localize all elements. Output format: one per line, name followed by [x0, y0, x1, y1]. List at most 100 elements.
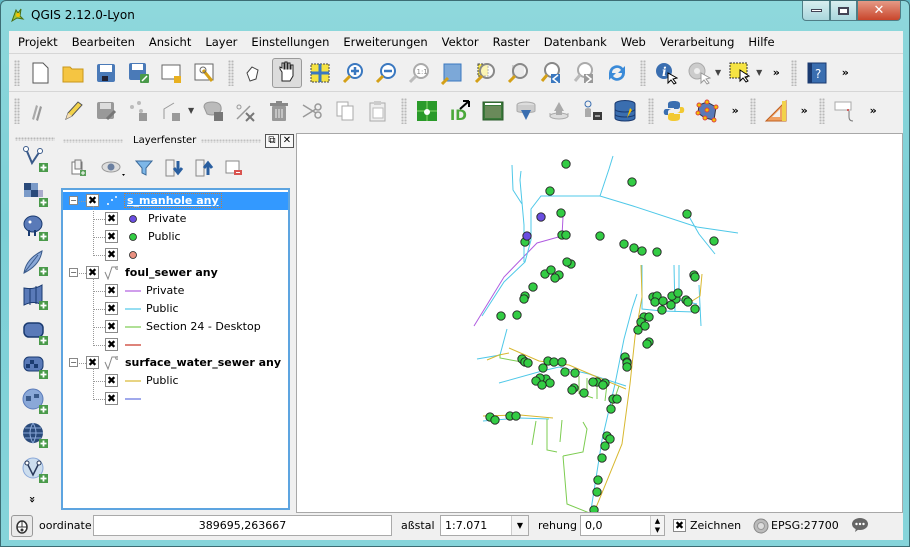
legend-item-checkbox[interactable]: ✖: [105, 230, 118, 243]
sewer-pipe-line[interactable]: [599, 155, 614, 197]
menu-ansicht[interactable]: Ansicht: [142, 35, 198, 49]
plugin-green-button[interactable]: [412, 96, 442, 126]
scale-dropdown-arrow[interactable]: ▼: [511, 516, 528, 535]
manhole-point[interactable]: [512, 310, 522, 320]
manhole-point[interactable]: [560, 367, 570, 377]
menu-web[interactable]: Web: [614, 35, 653, 49]
close-button[interactable]: ✕: [857, 1, 901, 21]
db-download-button[interactable]: [511, 96, 541, 126]
menu-raster[interactable]: Raster: [486, 35, 537, 49]
expand-all-icon[interactable]: [163, 157, 185, 179]
menu-layer[interactable]: Layer: [198, 35, 244, 49]
collapse-toggle[interactable]: −: [69, 358, 78, 367]
touch-zoom-button[interactable]: [239, 58, 269, 88]
raster-image-button[interactable]: [478, 96, 508, 126]
manhole-point[interactable]: [690, 272, 700, 282]
new-print-composer-button[interactable]: [157, 58, 187, 88]
zoom-out-button[interactable]: [371, 58, 401, 88]
refresh-button[interactable]: [602, 58, 632, 88]
save-edits-button[interactable]: [91, 96, 121, 126]
collapse-toggle[interactable]: −: [69, 268, 78, 277]
run-action-button[interactable]: [684, 58, 714, 88]
identify-button[interactable]: i: [651, 58, 681, 88]
minimize-button[interactable]: [802, 1, 830, 21]
manhole-point[interactable]: [588, 377, 598, 387]
zoom-in-button[interactable]: [338, 58, 368, 88]
menu-erweiterungen[interactable]: Erweiterungen: [336, 35, 434, 49]
collapse-toggle[interactable]: −: [69, 196, 78, 205]
add-line-feature-button[interactable]: [157, 96, 187, 126]
toolbar-overflow-button[interactable]: »: [863, 104, 883, 117]
rotation-spinbox[interactable]: 0,0 ▲ ▼: [580, 515, 665, 536]
manhole-point[interactable]: [622, 362, 632, 372]
manhole-point[interactable]: [546, 265, 556, 275]
toolbar-grip[interactable]: [14, 59, 20, 86]
manhole-point[interactable]: [673, 288, 683, 298]
manhole-point[interactable]: [592, 487, 602, 497]
manhole-point[interactable]: [644, 312, 654, 322]
manhole-point[interactable]: [652, 247, 662, 257]
manhole-point[interactable]: [657, 305, 667, 315]
id-plugin-button[interactable]: ID: [445, 96, 475, 126]
manhole-point[interactable]: [562, 257, 572, 267]
measure-button[interactable]: [761, 96, 791, 126]
collapse-all-icon[interactable]: [193, 157, 215, 179]
menu-datenbank[interactable]: Datenbank: [537, 35, 614, 49]
filter-legend-icon[interactable]: [133, 157, 155, 179]
manhole-point[interactable]: [690, 304, 700, 314]
remove-layer-icon[interactable]: [223, 157, 245, 179]
python-console-button[interactable]: [659, 96, 689, 126]
menu-hilfe[interactable]: Hilfe: [741, 35, 781, 49]
add-db2-layer-button[interactable]: [21, 352, 49, 380]
zoom-native-button[interactable]: 1:1: [404, 58, 434, 88]
add-oracle-layer-button[interactable]: [21, 318, 49, 346]
zoom-full-button[interactable]: [437, 58, 467, 88]
manhole-point[interactable]: [556, 208, 566, 218]
manhole-point[interactable]: [593, 475, 603, 485]
manhole-point[interactable]: [519, 294, 529, 304]
node-tool-button[interactable]: [231, 96, 261, 126]
manhole-point[interactable]: [570, 368, 580, 378]
menu-vektor[interactable]: Vektor: [435, 35, 486, 49]
zoom-last-button[interactable]: [536, 58, 566, 88]
menu-einstellungen[interactable]: Einstellungen: [244, 35, 336, 49]
manhole-point[interactable]: [561, 230, 571, 240]
legend-item-checkbox[interactable]: ✖: [105, 212, 118, 225]
pan-to-selection-button[interactable]: [305, 58, 335, 88]
add-postgis-layer-button[interactable]: [21, 214, 49, 242]
manhole-point[interactable]: [567, 385, 577, 395]
manhole-point[interactable]: [579, 388, 589, 398]
legend-item-checkbox[interactable]: ✖: [105, 284, 118, 297]
sewer-pipe-line[interactable]: [562, 421, 588, 457]
legend-item-checkbox[interactable]: ✖: [105, 374, 118, 387]
postgis-export-button[interactable]: [577, 96, 607, 126]
manhole-point[interactable]: [545, 186, 555, 196]
current-edits-button[interactable]: [25, 96, 55, 126]
manhole-point[interactable]: [528, 282, 538, 292]
add-spatialite-layer-button[interactable]: [21, 249, 49, 277]
add-wfs-layer-button[interactable]: [21, 456, 49, 484]
sewer-pipe-line[interactable]: [686, 212, 716, 255]
rotation-spin-buttons[interactable]: ▲ ▼: [650, 516, 664, 535]
manhole-point[interactable]: [633, 325, 643, 335]
toolbar-grip[interactable]: [14, 97, 20, 124]
annotation-button[interactable]: [830, 96, 860, 126]
messages-icon[interactable]: [851, 517, 869, 533]
render-checkbox[interactable]: ✖: [673, 519, 686, 532]
manhole-point[interactable]: [598, 380, 608, 390]
legend-item-checkbox[interactable]: ✖: [105, 338, 118, 351]
manhole-point[interactable]: [523, 358, 533, 368]
db-upload-button[interactable]: [544, 96, 574, 126]
polygon-plugin-button[interactable]: [692, 96, 722, 126]
toolbar-grip[interactable]: [750, 97, 757, 124]
open-project-button[interactable]: [58, 58, 88, 88]
copy-features-button[interactable]: [330, 96, 360, 126]
manhole-point[interactable]: [597, 453, 607, 463]
dropdown-arrow-icon[interactable]: ▼: [756, 68, 762, 77]
toolbar-grip[interactable]: [401, 97, 408, 124]
add-raster-layer-button[interactable]: [21, 180, 49, 208]
sewer-pipe-line[interactable]: [519, 170, 525, 262]
toolbar-grip[interactable]: [228, 59, 234, 86]
manhole-point[interactable]: [612, 394, 622, 404]
menu-verarbeitung[interactable]: Verarbeitung: [653, 35, 742, 49]
